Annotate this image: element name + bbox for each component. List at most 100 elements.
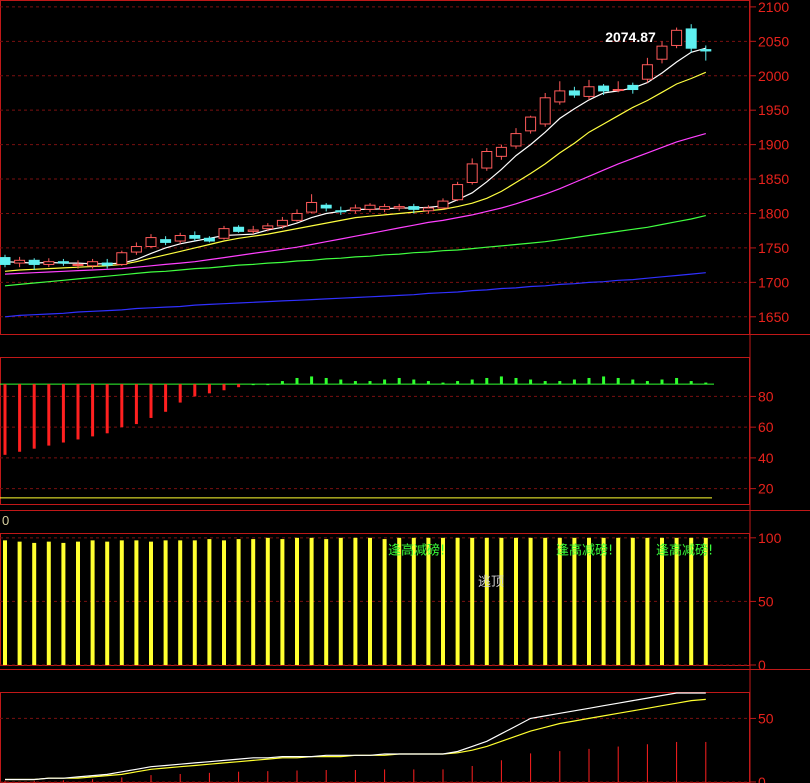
indicator-bar [61,542,66,665]
indicator-bar [470,537,475,665]
candle-down [28,259,40,265]
sell-signal-label: 逢高减磅! [656,542,713,558]
oscillator-bar [134,384,138,425]
ma-line-ma120 [4,272,706,318]
indicator-bar [645,537,650,665]
indicator-bar [309,537,314,665]
ma-line-ma60 [4,215,706,287]
ma-line-ma5 [4,47,706,265]
oscillator-bar [543,381,547,385]
y-tick-label: 2100 [758,0,789,15]
indicator-bar [338,537,343,665]
oscillator-bar [704,382,708,385]
candle-down [203,237,215,242]
indicator-bar [616,537,621,665]
candle-up [452,184,464,201]
oscillator-bar [47,384,51,446]
candle-up [671,29,683,46]
oscillator-bar [470,379,474,385]
oscillator-bar [499,376,503,385]
oscillator-bar [441,382,445,385]
oscillator-bar [178,384,182,403]
indicator-bar [119,540,124,665]
price-panel-frame [0,0,750,335]
oscillator-bar [645,381,649,385]
lower-line-white [5,692,706,781]
indicator-bar [207,539,212,665]
candle-down [57,261,69,264]
candle-up [495,146,507,157]
candle-up [174,235,186,242]
candle-up [43,261,55,265]
y-tick-label: 1850 [758,171,789,187]
indicator-bar [528,537,533,665]
indicator-bar [353,537,358,665]
indicator-bar [178,540,183,665]
y-tick-label: 1800 [758,205,789,221]
oscillator-bar [207,384,211,394]
y-tick-label: 50 [758,593,774,609]
y-tick-label: 100 [758,530,782,546]
candle-up [612,89,624,92]
stock-chart: 0 16501700175018001850190019502000205021… [0,0,810,783]
oscillator-bar [660,379,664,385]
candle-up [583,86,595,97]
oscillator-bar [529,379,533,385]
oscillator-bar [426,381,430,385]
indicator-bar [382,539,387,665]
candle-down [320,204,332,209]
oscillator-bar [3,384,7,455]
candle-up [466,163,478,183]
oscillator-bar [222,384,226,391]
indicator-bar [251,539,256,665]
oscillator-bar [295,377,299,385]
oscillator-bar [616,377,620,385]
y-tick-label: 50 [758,710,774,726]
indicator-bar [105,541,110,665]
oscillator-bar [164,384,168,412]
oscillator-bar [324,377,328,385]
oscillator-bar [456,381,460,385]
y-tick-label: 1650 [758,309,789,325]
candle-down [598,85,610,92]
oscillator-bar [383,379,387,385]
candle-up [481,151,493,169]
y-tick-label: 80 [758,388,774,404]
candle-down [700,49,712,52]
oscillator-bar [266,384,270,386]
indicator-bar [222,540,226,665]
candle-up [14,259,26,264]
candle-up [276,219,288,227]
y-tick-label: 1950 [758,102,789,118]
candle-up [116,252,128,265]
candle-up [306,201,318,213]
indicator-bar [280,539,285,665]
candle-up [247,229,259,232]
oscillator-bar [237,384,241,388]
oscillator-bar [339,379,343,385]
indicator-panel-frame [0,533,750,666]
indicator-bar [163,540,168,665]
oscillator-bar [412,379,416,385]
candle-down [408,206,420,210]
candle-up [554,90,566,103]
lower-panel-frame [0,692,750,783]
y-tick-label: 0 [758,774,766,783]
y-tick-label: 2000 [758,68,789,84]
y-tick-label: 2050 [758,33,789,49]
candle-up [437,200,449,209]
candle-up [130,246,142,253]
oscillator-bar [18,384,22,452]
sell-signal-label: 逢高减磅! [556,542,613,558]
y-tick-label: 0 [758,657,766,673]
indicator-bar [192,540,197,665]
y-tick-label: 1750 [758,240,789,256]
candle-down [233,226,245,232]
lower-line-yellow [5,698,706,781]
candle-up [72,263,84,266]
indicator-panel-label: 0 [2,513,9,528]
candle-up [525,116,537,132]
oscillator-bar [310,376,314,385]
sell-signal-label: 逢高减磅! [388,542,445,558]
indicator-bar [90,540,95,665]
